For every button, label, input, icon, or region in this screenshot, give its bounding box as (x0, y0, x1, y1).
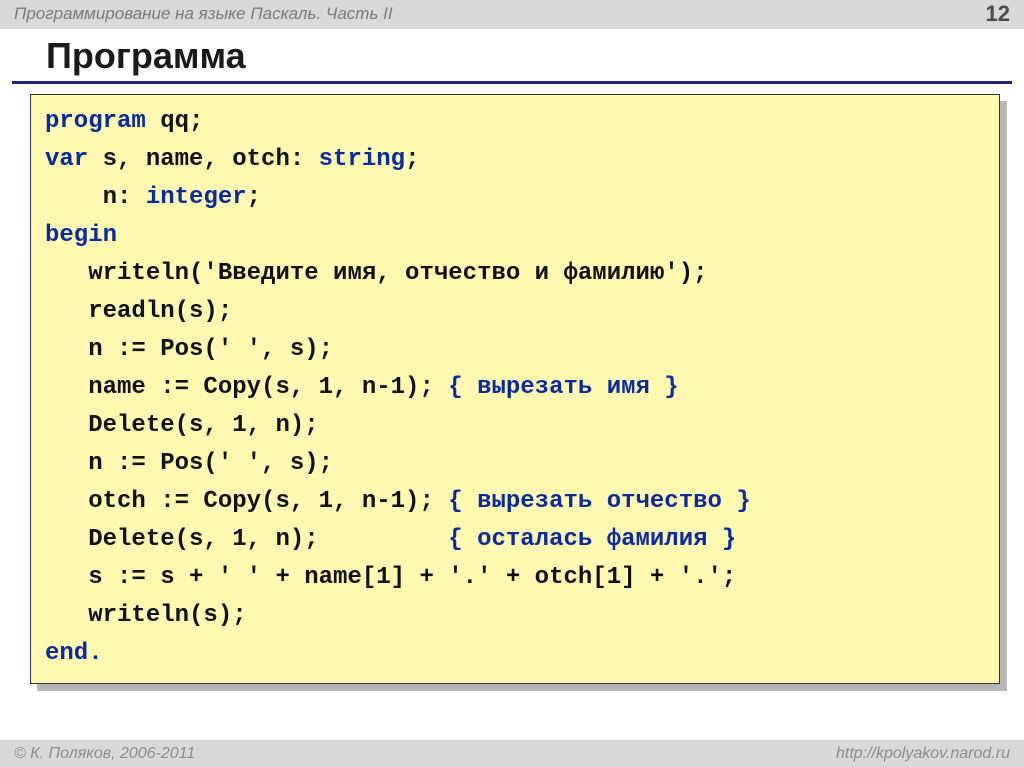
code-text: ; (405, 146, 419, 173)
code-text: Delete(s, 1, n); (45, 526, 448, 553)
code-kw: string (319, 146, 405, 173)
code-text: name := Copy(s, 1, n-1); (45, 374, 448, 401)
code-text: ; (247, 184, 261, 211)
code-kw: end. (45, 640, 103, 667)
code-block: program qq; var s, name, otch: string; n… (30, 94, 1000, 684)
page-title: Программа (12, 29, 1012, 84)
code-kw: integer (146, 184, 247, 211)
code-cm: { вырезать имя } (448, 374, 678, 401)
page-number: 12 (986, 1, 1010, 27)
code-kw: program (45, 108, 146, 135)
code-text: n := Pos(' ', s); (45, 336, 333, 363)
code-text: n := Pos(' ', s); (45, 450, 333, 477)
footer-copyright: © К. Поляков, 2006-2011 (14, 745, 195, 763)
code-text: readln(s); (45, 298, 232, 325)
code-text: s := s + ' ' + name[1] + '.' + otch[1] +… (45, 564, 736, 591)
slide: Программирование на языке Паскаль. Часть… (0, 0, 1024, 767)
header-bar: Программирование на языке Паскаль. Часть… (0, 0, 1024, 29)
code-text: s, name, otch: (88, 146, 318, 173)
code-text: Delete(s, 1, n); (45, 412, 319, 439)
code-text: writeln('Введите имя, отчество и фамилию… (45, 260, 708, 287)
code-text: n: (45, 184, 146, 211)
code-text: qq; (146, 108, 204, 135)
code-kw: var (45, 146, 88, 173)
footer-url: http://kpolyakov.narod.ru (836, 745, 1010, 763)
code-container: program qq; var s, name, otch: string; n… (30, 94, 1000, 684)
code-kw: begin (45, 222, 117, 249)
code-text: otch := Copy(s, 1, n-1); (45, 488, 448, 515)
footer-bar: © К. Поляков, 2006-2011 http://kpolyakov… (0, 740, 1024, 767)
code-cm: { осталась фамилия } (448, 526, 736, 553)
header-subtitle: Программирование на языке Паскаль. Часть… (14, 4, 393, 24)
code-cm: { вырезать отчество } (448, 488, 750, 515)
code-text: writeln(s); (45, 602, 247, 629)
